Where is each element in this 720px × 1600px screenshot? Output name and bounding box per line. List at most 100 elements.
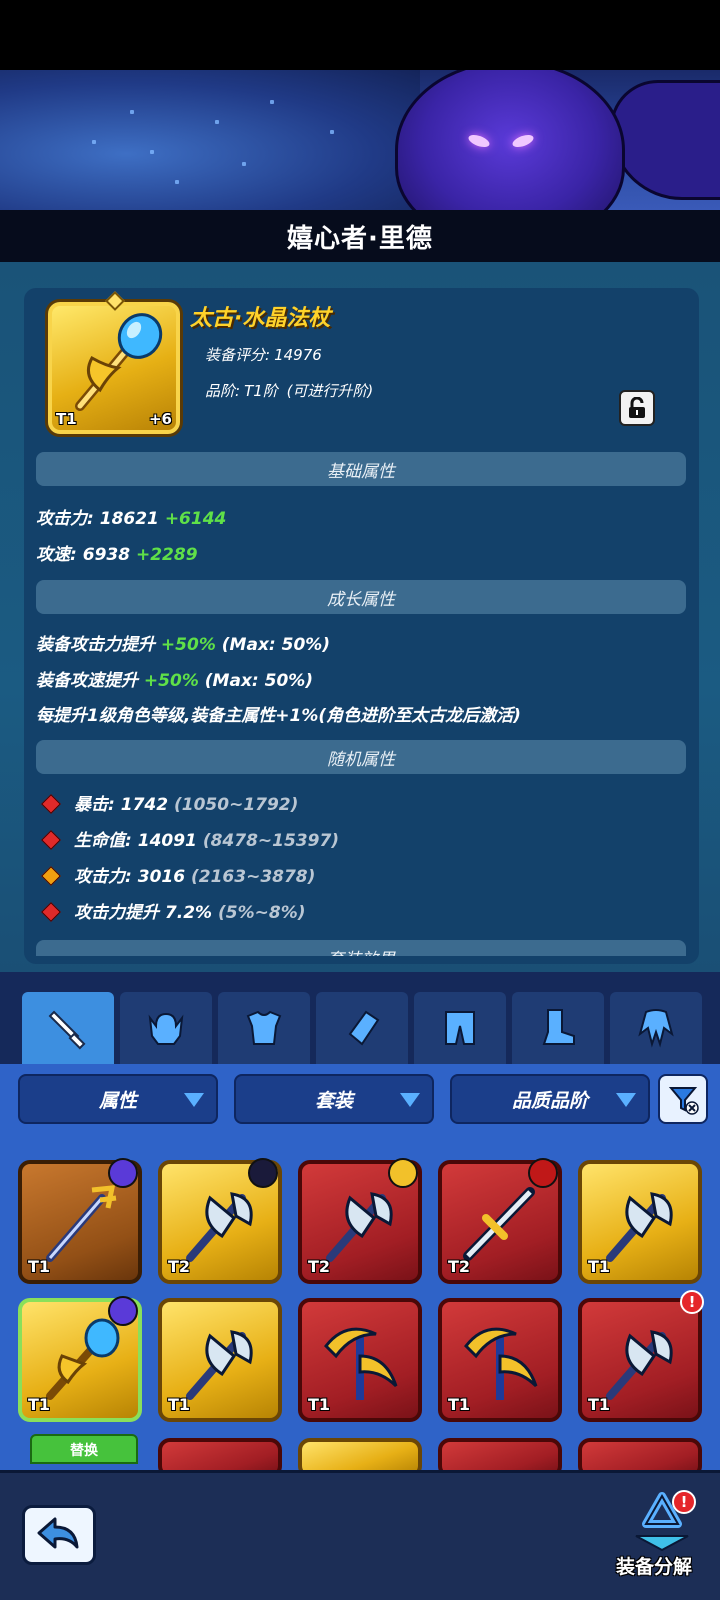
tab-helmet[interactable]: [120, 992, 212, 1064]
bracer-icon: [348, 1010, 380, 1046]
trident-icon: [46, 1185, 117, 1262]
filter-quality-label: 品质品阶: [511, 1089, 588, 1112]
red-gem-icon: [41, 902, 61, 922]
dismantle-label: 装备分解: [616, 1556, 693, 1578]
banner-background: [0, 70, 420, 210]
item-tier: T1: [56, 410, 77, 428]
tab-weapon[interactable]: [22, 992, 114, 1064]
item-icon-frame[interactable]: T1 +6: [48, 302, 180, 434]
random-stat-row: 暴击: 1742 (1050~1792): [36, 790, 298, 815]
inventory-row-partial: [0, 1438, 720, 1470]
hero-portrait: [395, 70, 625, 210]
crystal-staff-icon: [46, 1318, 120, 1400]
hero-name-bar: 嬉心者·里德: [0, 210, 720, 262]
inventory-card[interactable]: T1: [578, 1298, 702, 1422]
base-stat-row: 攻击力: 18621 +6144: [36, 509, 227, 529]
hero-badge-icon: [388, 1158, 418, 1188]
item-name: 太古·水晶法杖: [190, 306, 331, 331]
axe-icon: [186, 1192, 253, 1262]
item-grade-note: (可进行升阶): [286, 382, 374, 400]
lock-icon: [629, 397, 645, 418]
inventory-card[interactable]: [578, 1438, 702, 1470]
tab-boots[interactable]: [512, 992, 604, 1064]
red-gem-icon: [41, 830, 61, 850]
status-area: [0, 0, 720, 70]
section-base-attributes: 基础属性: [36, 452, 686, 486]
boots-icon: [542, 1009, 575, 1045]
pants-icon: [445, 1011, 475, 1045]
inventory-card[interactable]: [158, 1438, 282, 1470]
filter-attribute-label: 属性: [98, 1089, 137, 1112]
filter-clear-icon: [668, 1087, 699, 1115]
card-tier: T2: [308, 1257, 331, 1276]
random-stat-row: 攻击力: 3016 (2163~3878): [36, 862, 315, 887]
lock-button[interactable]: [619, 390, 655, 426]
filter-attribute-dropdown[interactable]: 属性: [18, 1074, 218, 1124]
hero-badge-icon: [528, 1158, 558, 1188]
item-grade-label: 品阶:: [205, 382, 241, 400]
item-score-label: 装备评分:: [205, 346, 271, 364]
red-gem-icon: [41, 794, 61, 814]
dragon-wing: [610, 80, 720, 200]
axe-icon: [186, 1330, 253, 1400]
item-score-value: 14976: [274, 346, 322, 364]
helmet-icon: [148, 1012, 184, 1045]
alert-badge: !: [672, 1490, 696, 1514]
back-button[interactable]: [22, 1505, 96, 1565]
growth-stat-row: 装备攻击力提升 +50% (Max: 50%): [36, 635, 331, 655]
inventory-card[interactable]: T1: [578, 1160, 702, 1284]
scythe-icon: [464, 1327, 538, 1400]
card-tier: T1: [168, 1395, 191, 1414]
inventory-card[interactable]: [438, 1438, 562, 1470]
inventory-card[interactable]: [298, 1438, 422, 1470]
section-random-attributes: 随机属性: [36, 740, 686, 774]
section-set-effect: 套装效果: [36, 940, 686, 956]
filter-set-dropdown[interactable]: 套装: [234, 1074, 434, 1124]
card-tier: T2: [168, 1257, 191, 1276]
scythe-icon: [324, 1327, 398, 1400]
tab-cape[interactable]: [610, 992, 702, 1064]
card-tier: T1: [588, 1395, 611, 1414]
section-growth-attributes: 成长属性: [36, 580, 686, 614]
chevron-down-icon: [616, 1093, 636, 1107]
back-arrow-icon: [37, 1517, 79, 1549]
clear-filter-button[interactable]: [658, 1074, 708, 1124]
cape-icon: [638, 1009, 674, 1048]
card-tier: T1: [28, 1257, 51, 1276]
item-score: 装备评分: 14976: [205, 344, 326, 365]
hero-badge-icon: [108, 1158, 138, 1188]
card-tier: T1: [448, 1395, 471, 1414]
armor-icon: [246, 1010, 282, 1045]
item-enhance-level: +6: [148, 410, 172, 428]
item-grade-value: T1阶: [244, 382, 278, 400]
base-stat-row: 攻速: 6938 +2289: [36, 545, 198, 565]
growth-stat-row: 装备攻速提升 +50% (Max: 50%): [36, 671, 314, 691]
growth-stat-description: 每提升1级角色等级,装备主属性+1%(角色进阶至太古龙后激活): [36, 706, 521, 726]
inventory-card[interactable]: T1: [298, 1298, 422, 1422]
axe-icon: [326, 1192, 393, 1262]
sword-icon: [463, 1187, 535, 1261]
card-tier: T1: [28, 1395, 51, 1414]
axe-icon: [606, 1330, 673, 1400]
random-stat-row: 生命值: 14091 (8478~15397): [36, 826, 339, 851]
hero-badge-icon: [108, 1296, 138, 1326]
inventory-card[interactable]: T1: [158, 1298, 282, 1422]
axe-icon: [606, 1192, 673, 1262]
card-tier: T2: [448, 1257, 471, 1276]
inventory-card[interactable]: T1: [438, 1298, 562, 1422]
card-tier: T1: [588, 1257, 611, 1276]
tab-armor[interactable]: [218, 992, 310, 1064]
tab-bracer[interactable]: [316, 992, 408, 1064]
filter-set-label: 套装: [314, 1089, 353, 1112]
hero-name: 嬉心者·里德: [287, 223, 433, 254]
filter-quality-dropdown[interactable]: 品质品阶: [450, 1074, 650, 1124]
chevron-down-icon: [184, 1093, 204, 1107]
sword-icon: [48, 1010, 86, 1050]
hero-banner: [0, 70, 720, 210]
random-stat-row: 攻击力提升 7.2% (5%~8%): [36, 898, 306, 923]
alert-badge: !: [680, 1290, 704, 1314]
hero-badge-icon: [248, 1158, 278, 1188]
tab-pants[interactable]: [414, 992, 506, 1064]
set-section-clip: 套装效果: [36, 940, 686, 956]
gold-gem-icon: [41, 866, 61, 886]
